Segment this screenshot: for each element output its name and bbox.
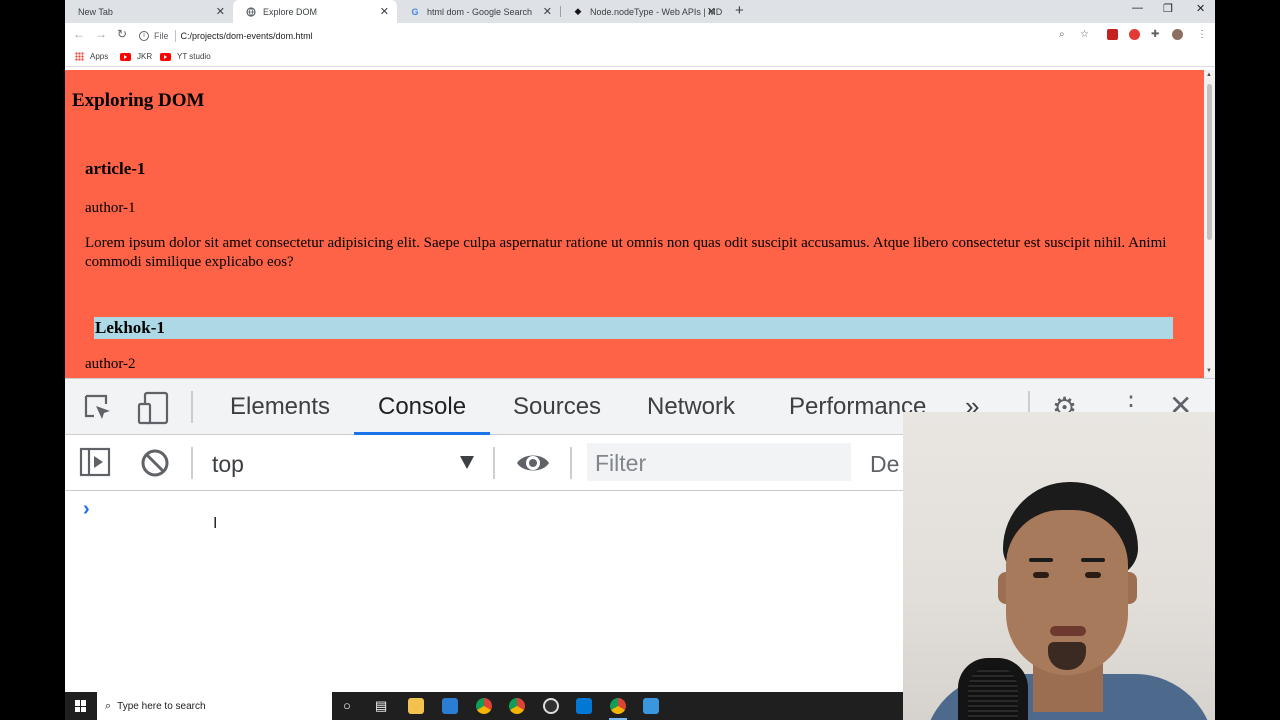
scroll-up-icon[interactable]: ▲ xyxy=(1206,72,1212,78)
console-prompt-icon: › xyxy=(83,498,90,520)
scrollbar-thumb[interactable] xyxy=(1207,84,1212,240)
tab-network[interactable]: Network xyxy=(647,393,735,421)
bookmarks-bar: Apps JKR YT studio xyxy=(65,48,1215,67)
search-icon: ⌕ xyxy=(105,699,112,712)
webcam-overlay xyxy=(903,412,1215,720)
file-explorer-icon[interactable] xyxy=(408,698,424,714)
extension-icon[interactable] xyxy=(1107,29,1118,40)
bookmark-label: Apps xyxy=(90,52,109,61)
menu-icon[interactable]: ⋮ xyxy=(1197,29,1207,40)
globe-icon xyxy=(246,6,256,17)
webcam-mouth xyxy=(1050,626,1086,636)
search-placeholder: Type here to search xyxy=(117,700,206,712)
reload-button[interactable]: ↻ xyxy=(117,27,127,41)
webcam-eye xyxy=(1033,572,1049,578)
info-icon[interactable]: i xyxy=(139,30,149,41)
text-cursor-icon: I xyxy=(213,515,218,532)
mdn-icon: ◆ xyxy=(574,6,582,16)
lekhok-heading: Lekhok-1 xyxy=(94,317,1173,339)
article-title: article-1 xyxy=(85,159,146,178)
tab-mdn[interactable]: ◆ Node.nodeType - Web APIs | MD ✕ xyxy=(560,0,724,23)
bookmark-label: JKR xyxy=(137,52,153,61)
address-bar[interactable]: i File C:/projects/dom-events/dom.html xyxy=(139,25,1103,46)
divider xyxy=(570,447,572,479)
scroll-down-icon[interactable]: ▼ xyxy=(1206,368,1212,374)
eye-icon[interactable] xyxy=(515,449,551,482)
tab-console[interactable]: Console xyxy=(378,393,466,421)
tab-explore-dom[interactable]: Explore DOM ✕ xyxy=(233,0,397,23)
close-icon[interactable]: ✕ xyxy=(216,5,225,18)
restore-button[interactable]: ❐ xyxy=(1163,2,1173,15)
taskbar-search[interactable]: ⌕ Type here to search xyxy=(97,692,332,720)
tab-elements[interactable]: Elements xyxy=(230,393,330,421)
webcam-brow xyxy=(1029,558,1053,562)
divider xyxy=(493,447,495,479)
divider xyxy=(191,391,193,423)
clear-console-icon[interactable] xyxy=(140,448,170,483)
tab-strip: New Tab ✕ Explore DOM ✕ G html dom - Goo… xyxy=(65,0,1215,23)
tab-title: Explore DOM xyxy=(263,6,318,17)
chrome-icon[interactable] xyxy=(610,698,626,714)
zoom-icon[interactable]: ⌕ xyxy=(1059,29,1065,40)
chevron-down-icon[interactable] xyxy=(460,456,474,469)
device-toolbar-icon[interactable] xyxy=(137,391,169,430)
vscode-icon[interactable] xyxy=(576,698,592,714)
puzzle-icon[interactable]: ✚ xyxy=(1151,29,1159,40)
task-view-icon[interactable]: ▤ xyxy=(375,698,387,714)
browser-toolbar: ← → ↻ i File C:/projects/dom-events/dom.… xyxy=(65,23,1215,48)
tab-google-search[interactable]: G html dom - Google Search ✕ xyxy=(397,0,560,23)
bookmark-label: YT studio xyxy=(177,52,211,61)
minimize-button[interactable]: — xyxy=(1132,2,1143,14)
tab-title: html dom - Google Search xyxy=(427,6,533,17)
microphone-grill xyxy=(968,667,1018,720)
google-icon: G xyxy=(411,6,419,17)
youtube-icon xyxy=(160,52,171,61)
divider xyxy=(174,29,176,42)
close-window-button[interactable]: ✕ xyxy=(1196,2,1205,15)
back-button[interactable]: ← xyxy=(73,27,85,41)
bookmark-jkr[interactable]: JKR xyxy=(120,52,152,61)
bookmark-apps[interactable]: Apps xyxy=(75,52,108,61)
bookmark-star-icon[interactable]: ☆ xyxy=(1080,29,1089,40)
page-body: Exploring DOM article-1 author-1 Lorem i… xyxy=(65,70,1204,378)
new-tab-button[interactable]: + xyxy=(735,2,744,19)
log-levels-dropdown[interactable]: De xyxy=(870,451,899,478)
close-icon[interactable]: ✕ xyxy=(707,5,716,18)
author-text: author-1 xyxy=(85,200,136,216)
page-heading: Exploring DOM xyxy=(72,90,205,111)
webcam-brow xyxy=(1081,558,1105,562)
cortana-icon[interactable]: ○ xyxy=(343,698,351,713)
close-icon[interactable]: ✕ xyxy=(543,5,552,18)
scheme-label: File xyxy=(154,30,169,41)
chrome-icon[interactable] xyxy=(476,698,492,714)
inspect-element-icon[interactable] xyxy=(83,393,113,428)
author-text: author-2 xyxy=(85,356,136,372)
close-icon[interactable]: ✕ xyxy=(380,5,389,18)
context-selector[interactable]: top xyxy=(212,451,244,478)
youtube-icon xyxy=(120,52,131,61)
divider xyxy=(191,447,193,479)
article-paragraph: Lorem ipsum dolor sit amet consectetur a… xyxy=(85,235,1167,270)
chrome-icon[interactable] xyxy=(509,698,525,714)
bookmark-yt-studio[interactable]: YT studio xyxy=(160,52,211,61)
apps-grid-icon xyxy=(75,52,84,61)
avatar[interactable] xyxy=(1172,29,1183,40)
page-viewport: Exploring DOM article-1 author-1 Lorem i… xyxy=(65,70,1215,378)
sidebar-toggle-icon[interactable] xyxy=(79,447,111,482)
filter-input[interactable]: Filter xyxy=(587,443,851,481)
forward-button[interactable]: → xyxy=(95,27,107,41)
url-text: C:/projects/dom-events/dom.html xyxy=(180,30,313,41)
tab-title: New Tab xyxy=(78,6,113,17)
tab-title: Node.nodeType - Web APIs | MD xyxy=(590,6,723,17)
page-scrollbar[interactable]: ▲ ▼ xyxy=(1204,70,1215,378)
mail-icon[interactable] xyxy=(442,698,458,714)
opera-icon[interactable] xyxy=(1129,29,1140,40)
tab-new-tab[interactable]: New Tab ✕ xyxy=(65,0,233,23)
obs-icon[interactable] xyxy=(543,698,559,714)
windows-start-icon[interactable] xyxy=(75,700,87,712)
app-icon[interactable] xyxy=(643,698,659,714)
webcam-eye xyxy=(1085,572,1101,578)
tab-sources[interactable]: Sources xyxy=(513,393,601,421)
